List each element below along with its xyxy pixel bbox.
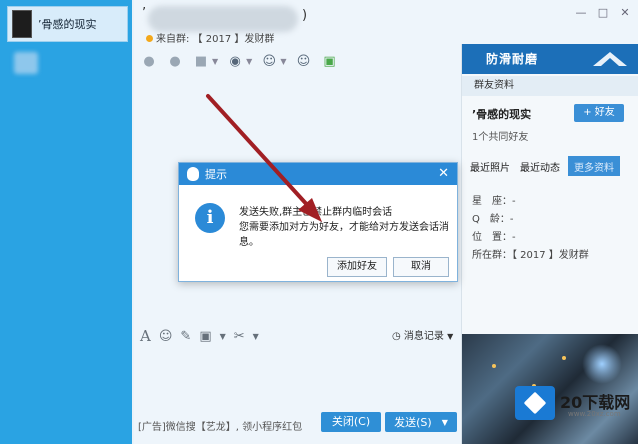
remote-assist-icon[interactable]: ◉	[226, 52, 244, 70]
edit-icon[interactable]: ✎	[180, 329, 191, 344]
contact-list: ’骨感的现实	[0, 0, 132, 444]
info-value: -	[509, 214, 514, 225]
chat-title-prefix: ’	[142, 6, 147, 21]
voice-call-icon[interactable]: ●	[140, 52, 158, 70]
image-icon[interactable]: ▣	[199, 329, 211, 344]
info-row-zodiac: 星 座：-	[472, 192, 516, 207]
ad-link[interactable]: [广告]微信搜【艺龙】, 领小程序红包	[138, 418, 302, 433]
chevron-down-icon[interactable]: ▼	[246, 57, 252, 66]
tab-more-info[interactable]: 更多资料	[568, 156, 620, 176]
maximize-icon[interactable]: □	[596, 6, 610, 20]
chevron-down-icon[interactable]: ▼	[220, 332, 226, 341]
add-friend-button[interactable]: 添加好友	[327, 257, 387, 277]
chat-toolbar: ● ● ■ ▼ ◉ ▼ ☺ ▼ ☺ ▣	[140, 50, 338, 72]
close-button[interactable]: 关闭(C)	[321, 412, 381, 432]
info-value: -	[512, 196, 516, 207]
add-friend-button[interactable]: + 好友	[574, 104, 624, 122]
alert-dialog: 提示 ✕ i 发送失败,群主已禁止群内临时会话 您需要添加对方为好友，才能给对方…	[178, 162, 458, 282]
history-label: 消息记录	[403, 331, 444, 342]
app-add-icon[interactable]: ▣	[320, 52, 338, 70]
send-button[interactable]: 发送(S) ▼	[385, 412, 457, 432]
image-spark	[492, 364, 496, 368]
profile-tabs: 最近照片 最近动态 更多资料	[468, 156, 634, 176]
info-value: -	[512, 232, 516, 243]
clock-icon: ◷	[392, 331, 401, 342]
common-friends-link[interactable]: 1个共同好友	[472, 128, 528, 143]
tab-group-member-info[interactable]: 群友资料	[462, 76, 638, 96]
dialog-title: 提示	[205, 168, 227, 181]
info-label: 星 座：	[472, 196, 512, 207]
chevron-down-icon[interactable]: ▼	[253, 332, 259, 341]
image-glow	[582, 344, 622, 384]
info-row-location: 位 置：-	[472, 228, 516, 243]
info-label: Q 龄：	[472, 214, 510, 225]
video-call-icon[interactable]: ●	[166, 52, 184, 70]
close-icon[interactable]: ✕	[618, 6, 632, 20]
dialog-message: 发送失败,群主已禁止群内临时会话 您需要添加对方为好友，才能给对方发送会话消息。	[239, 205, 449, 250]
profile-panel: 防滑耐磨 群友资料 ’骨感的现实 + 好友 1个共同好友 最近照片 最近动态 更…	[461, 44, 638, 444]
message-history-button[interactable]: ◷ 消息记录 ▼	[392, 327, 453, 342]
profile-name: ’骨感的现实	[472, 108, 532, 121]
source-group-icon	[146, 35, 153, 42]
avatar	[12, 10, 32, 38]
contact-item-selected[interactable]: ’骨感的现实	[7, 6, 128, 42]
blurred-chat-title	[148, 6, 298, 32]
cancel-button[interactable]: 取消	[393, 257, 449, 277]
info-label: 位 置：	[472, 232, 512, 243]
info-row-group: 所在群：【 2017 】发财群	[472, 246, 589, 261]
chat-subtitle-text: 来自群: 【 2017 】发财群	[156, 34, 275, 45]
chat-title-suffix: )	[302, 8, 308, 23]
dialog-close-icon[interactable]: ✕	[438, 166, 449, 181]
window-controls: — □ ✕	[574, 6, 632, 20]
dialog-message-line1: 发送失败,群主已禁止群内临时会话	[239, 207, 393, 218]
banner-text: 防滑耐磨	[486, 52, 539, 66]
chevron-down-icon[interactable]: ▼	[212, 57, 218, 66]
info-icon: i	[195, 203, 225, 233]
tab-recent-activity[interactable]: 最近动态	[518, 156, 562, 176]
emoji-icon[interactable]: ☺	[159, 329, 173, 344]
cube-icon	[523, 391, 547, 415]
add-user-icon[interactable]: ☺	[294, 52, 312, 70]
contact-name: ’骨感的现实	[38, 18, 97, 31]
info-label: 所在群：	[472, 250, 512, 261]
screenshot-icon[interactable]: ✂	[234, 329, 245, 344]
chevron-down-icon[interactable]: ▼	[280, 57, 286, 66]
dialog-title-bar: 提示 ✕	[179, 163, 457, 185]
image-spark	[562, 356, 566, 360]
ad-banner[interactable]: 防滑耐磨	[462, 44, 638, 74]
chevron-down-icon: ▼	[447, 332, 454, 341]
info-row-q-age: Q 龄：-	[472, 210, 513, 225]
font-icon[interactable]: A	[140, 327, 151, 345]
tab-recent-photos[interactable]: 最近照片	[468, 156, 512, 176]
chat-subtitle: 来自群: 【 2017 】发财群	[146, 30, 274, 45]
block-user-icon[interactable]: ☺	[260, 52, 278, 70]
watermark-logo-icon	[515, 386, 555, 420]
watermark-url: www.20xz.com	[568, 410, 621, 418]
send-label: 发送(S)	[394, 416, 432, 429]
chevron-down-icon[interactable]: ▼	[442, 418, 448, 427]
folder-icon[interactable]: ■	[192, 52, 210, 70]
minimize-icon[interactable]: —	[574, 6, 588, 20]
blurred-contact-avatar[interactable]	[14, 52, 38, 74]
qq-penguin-icon	[187, 167, 199, 181]
info-value: 【 2017 】发财群	[512, 250, 589, 261]
dialog-message-line2: 您需要添加对方为好友，才能给对方发送会话消息。	[239, 222, 449, 248]
banner-logo-icon	[593, 52, 627, 66]
